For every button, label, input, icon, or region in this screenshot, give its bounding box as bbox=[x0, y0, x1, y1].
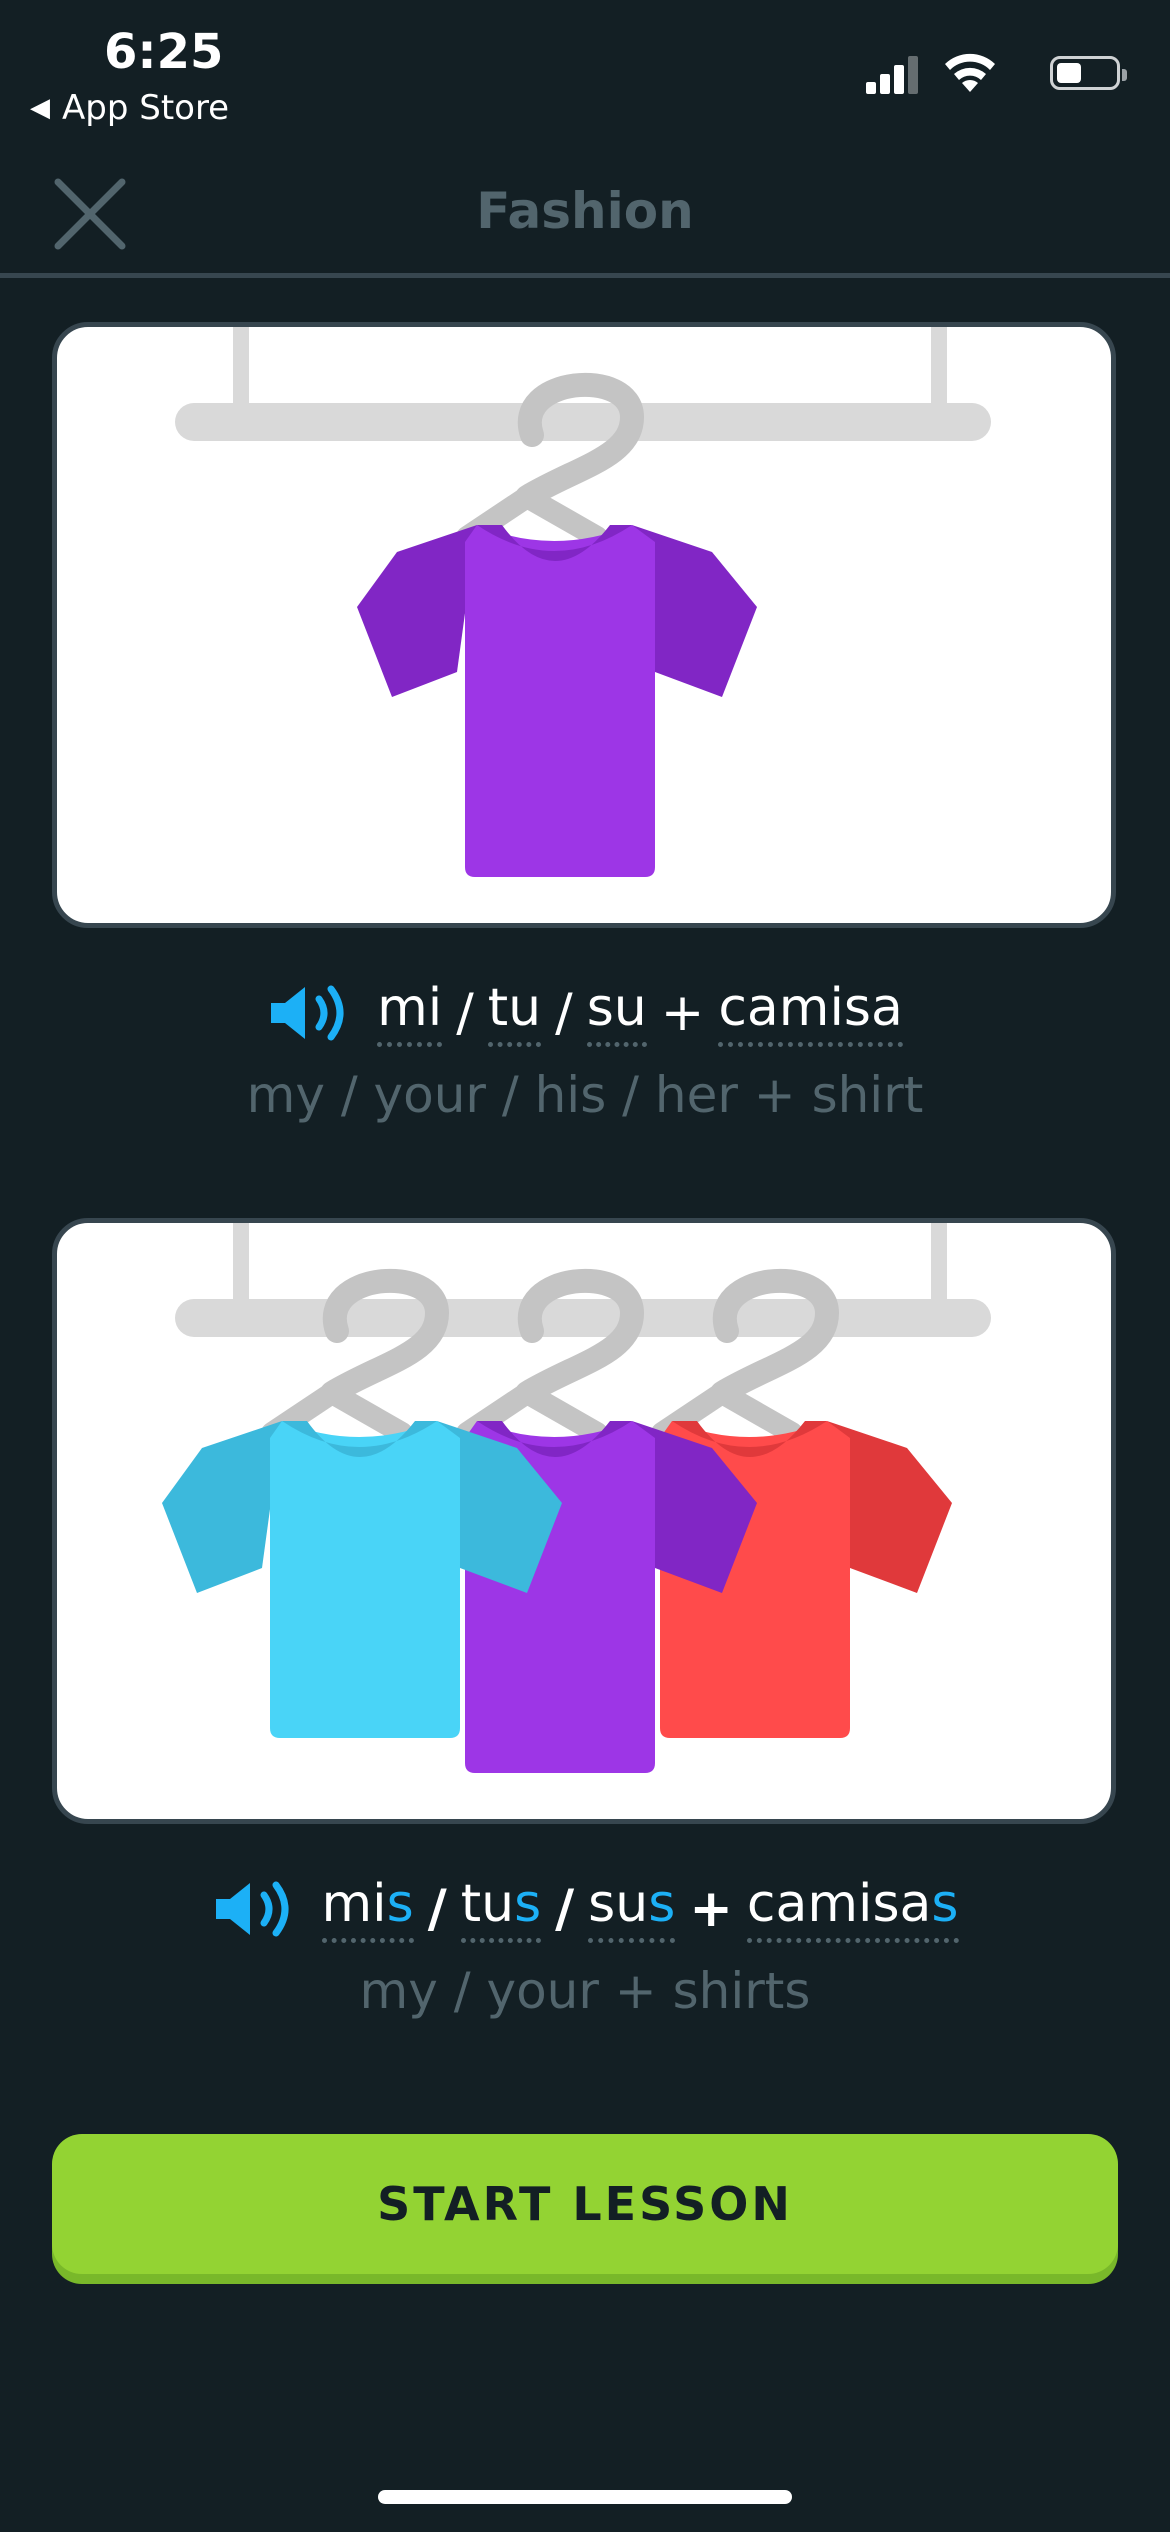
separator: + bbox=[689, 1878, 733, 1939]
purple-shirt-illustration bbox=[175, 327, 991, 877]
translation-plural: my / your + shirts bbox=[359, 1962, 811, 2020]
separator: / bbox=[427, 1878, 447, 1939]
plural-suffix: s bbox=[386, 1874, 414, 1934]
status-bar: 6:25 ◀ App Store bbox=[0, 0, 1170, 150]
page-title: Fashion bbox=[476, 182, 694, 240]
back-triangle-icon: ◀ bbox=[30, 93, 50, 123]
battery-icon bbox=[1050, 56, 1127, 90]
word-camisas[interactable]: camisas bbox=[746, 1874, 959, 1943]
home-indicator[interactable] bbox=[378, 2490, 792, 2504]
speaker-icon[interactable] bbox=[267, 981, 351, 1045]
header-divider bbox=[0, 273, 1170, 278]
word-camisa[interactable]: camisa bbox=[718, 978, 903, 1047]
back-to-app-store-link[interactable]: ◀ App Store bbox=[30, 88, 229, 128]
translation-singular: my / your / his / her + shirt bbox=[246, 1066, 924, 1124]
separator: / bbox=[555, 982, 573, 1043]
separator: / bbox=[456, 982, 474, 1043]
word-stem: tu bbox=[460, 1874, 515, 1934]
plural-suffix: s bbox=[514, 1874, 542, 1934]
word-stem: mi bbox=[321, 1874, 387, 1934]
word-tus[interactable]: tus bbox=[460, 1874, 542, 1943]
plural-shirts-card bbox=[52, 1218, 1116, 1824]
word-mi[interactable]: mi bbox=[377, 978, 443, 1047]
separator: + bbox=[660, 982, 705, 1043]
plural-suffix: s bbox=[931, 1874, 959, 1934]
cellular-signal-icon bbox=[866, 54, 920, 94]
three-shirts-illustration bbox=[162, 1223, 991, 1773]
back-to-app-store-label: App Store bbox=[62, 88, 230, 128]
speaker-icon[interactable] bbox=[212, 1877, 296, 1941]
wifi-icon bbox=[945, 53, 995, 92]
word-su[interactable]: su bbox=[586, 978, 647, 1047]
system-icons bbox=[860, 50, 1127, 100]
word-stem: camisa bbox=[746, 1874, 932, 1934]
separator: / bbox=[555, 1878, 575, 1939]
word-mis[interactable]: mis bbox=[321, 1874, 414, 1943]
start-lesson-button[interactable]: START LESSON bbox=[52, 2134, 1118, 2274]
word-stem: su bbox=[588, 1874, 649, 1934]
single-shirt-card bbox=[52, 322, 1116, 928]
status-time: 6:25 bbox=[104, 24, 224, 80]
word-tu[interactable]: tu bbox=[487, 978, 542, 1047]
plural-suffix: s bbox=[648, 1874, 676, 1934]
lesson-header: Fashion bbox=[0, 150, 1170, 276]
phrase-singular: mi / tu / su + camisa bbox=[0, 978, 1170, 1058]
word-sus[interactable]: sus bbox=[588, 1874, 676, 1943]
phrase-plural: mis / tus / sus + camisas bbox=[0, 1874, 1170, 1954]
